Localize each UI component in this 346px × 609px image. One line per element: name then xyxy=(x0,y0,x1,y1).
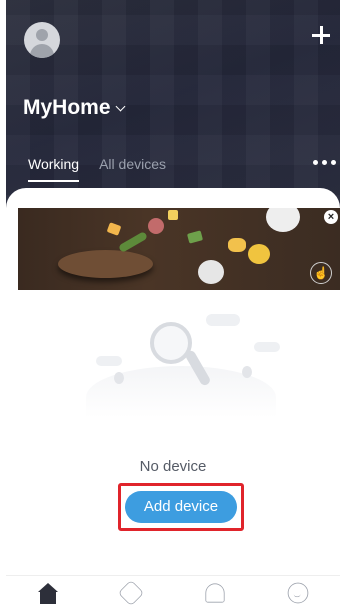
avatar-head xyxy=(36,29,48,41)
promo-banner[interactable]: ☝ xyxy=(18,208,340,290)
empty-message: No device xyxy=(139,458,207,475)
hexagon-icon[interactable] xyxy=(118,579,145,607)
bell-icon[interactable] xyxy=(205,583,225,603)
bowl-image xyxy=(58,250,153,278)
close-icon[interactable]: × xyxy=(324,210,338,224)
tap-hand-icon: ☝ xyxy=(310,262,332,284)
add-icon[interactable] xyxy=(310,24,332,46)
empty-illustration xyxy=(86,308,280,418)
home-name: MyHome xyxy=(23,96,111,119)
tab-bar: Working All devices xyxy=(28,156,166,182)
home-icon[interactable] xyxy=(36,581,60,605)
phone-screen: MyHome Working All devices ☝ × No device… xyxy=(0,0,346,609)
chevron-down-icon xyxy=(115,101,125,111)
smile-icon[interactable] xyxy=(287,582,309,604)
home-selector[interactable]: MyHome xyxy=(23,96,125,120)
tab-all-devices[interactable]: All devices xyxy=(99,156,166,182)
bottom-tab-bar xyxy=(6,575,340,609)
content-card: ☝ × No device Add device xyxy=(6,188,340,588)
highlight-box: Add device xyxy=(118,483,244,531)
add-device-button[interactable]: Add device xyxy=(125,491,237,523)
avatar[interactable] xyxy=(24,22,60,58)
more-options-icon[interactable] xyxy=(313,160,336,165)
avatar-body xyxy=(30,44,54,58)
tab-working[interactable]: Working xyxy=(28,156,80,182)
